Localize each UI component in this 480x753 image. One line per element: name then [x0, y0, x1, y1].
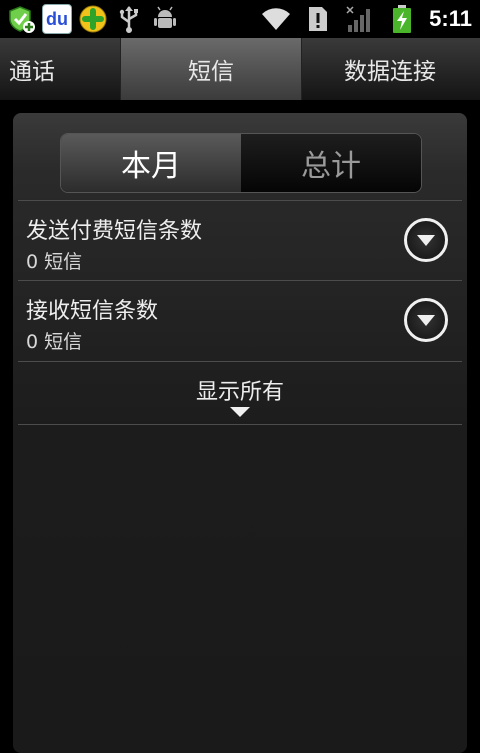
sent-paid-sms-title: 发送付费短信条数	[26, 219, 203, 244]
tab-bar: 通话 短信 数据连接	[0, 38, 480, 102]
tab-sms-label: 短信	[188, 59, 234, 85]
tab-data-connection-label: 数据连接	[344, 59, 436, 85]
segment-this-month[interactable]: 本月	[61, 134, 241, 192]
battery-charging-icon	[387, 4, 417, 34]
expand-sent-sms-button[interactable]	[404, 218, 448, 262]
received-sms-count: 0 短信	[26, 331, 83, 353]
tab-calls[interactable]: 通话	[0, 38, 120, 100]
sms-stats-panel: 本月 总计 发送付费短信条数 0 短信 接收短信条数 0 短信 显示所有	[13, 113, 467, 753]
received-sms-title: 接收短信条数	[26, 299, 159, 324]
wifi-icon	[261, 4, 291, 34]
usb-icon	[114, 4, 144, 34]
status-bar: du 5:11	[0, 0, 480, 38]
show-all-button[interactable]: 显示所有	[18, 361, 462, 425]
period-segmented-control: 本月 总计	[60, 133, 422, 193]
tab-sms[interactable]: 短信	[120, 38, 302, 100]
signal-icon	[345, 4, 375, 34]
sent-paid-sms-row[interactable]: 发送付费短信条数 0 短信	[18, 200, 462, 281]
tab-data-connection[interactable]: 数据连接	[300, 38, 480, 100]
received-sms-row[interactable]: 接收短信条数 0 短信	[18, 280, 462, 361]
sd-alert-icon	[303, 4, 333, 34]
sent-paid-sms-count: 0 短信	[26, 251, 83, 273]
expand-received-sms-button[interactable]	[404, 298, 448, 342]
chevron-down-icon	[417, 315, 435, 326]
android-debug-icon	[150, 4, 180, 34]
green-plus-icon	[78, 4, 108, 34]
clock: 5:11	[429, 6, 472, 31]
chevron-down-icon	[417, 235, 435, 246]
show-all-label: 显示所有	[195, 380, 284, 405]
shield-plus-icon	[6, 4, 36, 34]
triangle-down-icon	[230, 407, 250, 417]
du-icon: du	[42, 4, 72, 34]
segment-total[interactable]: 总计	[241, 134, 421, 192]
tab-calls-label: 通话	[9, 59, 55, 85]
